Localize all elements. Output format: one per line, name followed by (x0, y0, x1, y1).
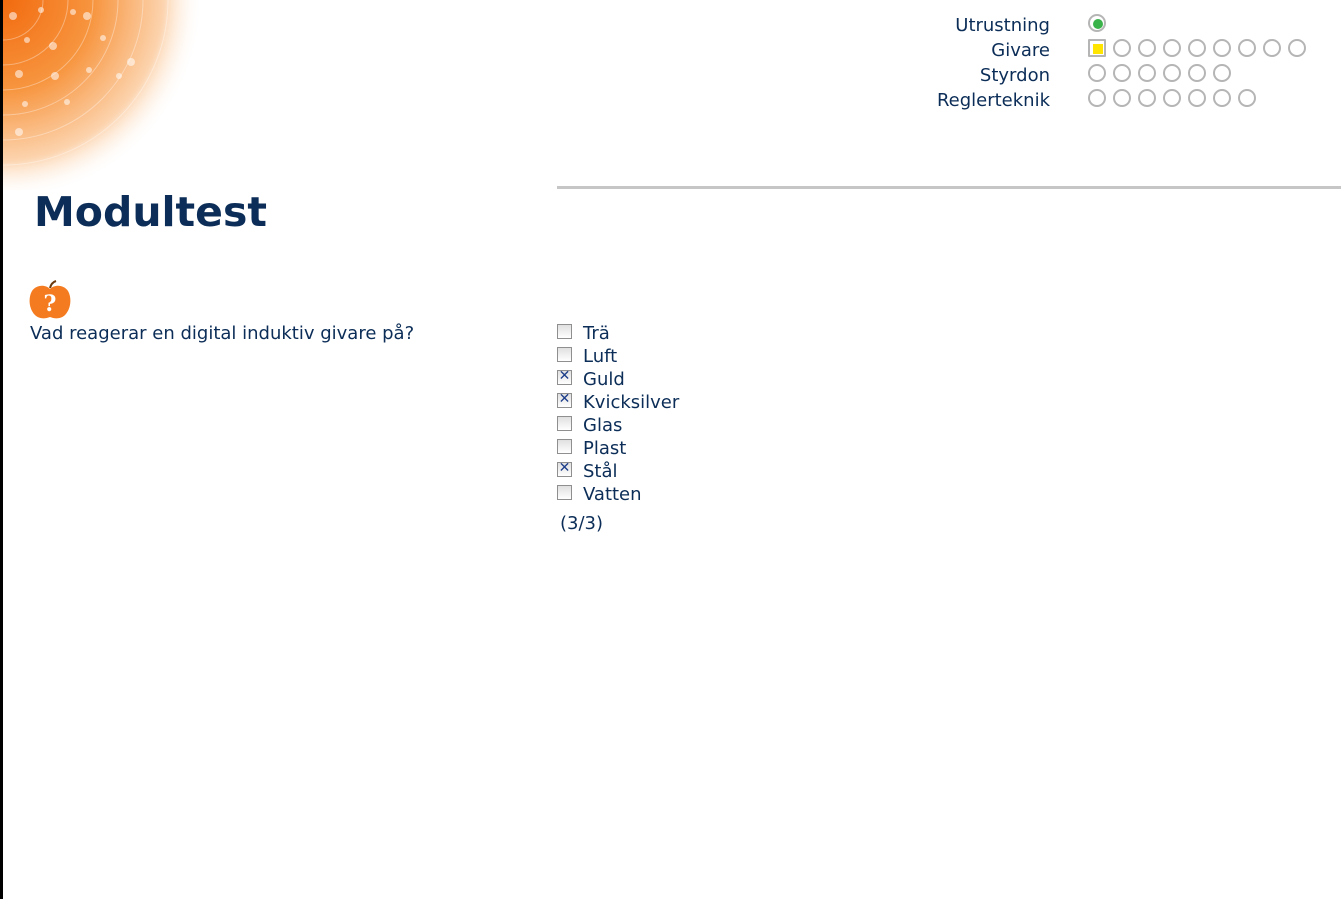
answer-option-label: Guld (583, 369, 625, 390)
answer-checkbox[interactable] (557, 391, 572, 408)
progress-step-todo-icon[interactable] (1138, 64, 1156, 82)
answer-checkbox[interactable] (557, 368, 572, 385)
answer-checkbox[interactable] (557, 485, 572, 500)
progress-row-label: Reglerteknik (936, 90, 1050, 111)
question-text: Vad reagerar en digital induktiv givare … (30, 323, 415, 344)
sunburst-logo (3, 0, 203, 190)
answer-option: Guld (557, 368, 757, 392)
answer-checkbox[interactable] (557, 439, 572, 454)
page-title: Modultest (34, 188, 267, 236)
progress-step-todo-icon[interactable] (1138, 39, 1156, 57)
progress-step-todo-icon[interactable] (1113, 89, 1131, 107)
progress-step-todo-icon[interactable] (1163, 39, 1181, 57)
answer-checkbox[interactable] (557, 460, 572, 477)
progress-step-todo-icon[interactable] (1113, 39, 1131, 57)
progress-step-todo-icon[interactable] (1188, 39, 1206, 57)
answer-option-label: Trä (583, 323, 610, 344)
answer-option-label: Plast (583, 438, 627, 459)
progress-row-reglerteknik: Reglerteknik (900, 89, 1320, 114)
question-apple-icon: ? (29, 280, 71, 319)
svg-text:?: ? (44, 291, 57, 317)
progress-row-label: Utrustning (955, 15, 1050, 36)
progress-step-todo-icon[interactable] (1088, 64, 1106, 82)
answer-option: Plast (557, 438, 757, 461)
progress-step-todo-icon[interactable] (1263, 39, 1281, 57)
progress-row-givare: Givare (900, 39, 1320, 64)
progress-step-current-icon[interactable] (1088, 39, 1106, 57)
score-text: (3/3) (560, 513, 604, 534)
answer-checkbox[interactable] (557, 416, 572, 431)
answer-checkbox[interactable] (557, 324, 572, 339)
progress-row-label: Givare (991, 40, 1050, 61)
answer-option: Kvicksilver (557, 391, 757, 415)
answer-option: Glas (557, 415, 757, 438)
progress-row-styrdon: Styrdon (900, 64, 1320, 89)
progress-step-todo-icon[interactable] (1213, 39, 1231, 57)
answer-option-label: Kvicksilver (583, 392, 680, 413)
progress-row-utrustning: Utrustning (900, 14, 1320, 39)
header-divider (557, 186, 1341, 189)
progress-step-todo-icon[interactable] (1213, 89, 1231, 107)
progress-step-todo-icon[interactable] (1113, 64, 1131, 82)
progress-step-done-icon[interactable] (1088, 14, 1106, 32)
answer-option: Stål (557, 460, 757, 484)
progress-step-todo-icon[interactable] (1088, 89, 1106, 107)
progress-step-todo-icon[interactable] (1213, 64, 1231, 82)
answer-checkbox[interactable] (557, 347, 572, 362)
answer-option-label: Stål (583, 461, 618, 482)
answer-option-label: Glas (583, 415, 623, 436)
progress-step-todo-icon[interactable] (1138, 89, 1156, 107)
answer-option: Vatten (557, 484, 757, 507)
answer-option: Trä (557, 323, 757, 346)
progress-row-label: Styrdon (979, 65, 1050, 86)
progress-step-todo-icon[interactable] (1238, 39, 1256, 57)
progress-step-todo-icon[interactable] (1163, 89, 1181, 107)
progress-step-todo-icon[interactable] (1238, 89, 1256, 107)
progress-step-todo-icon[interactable] (1188, 64, 1206, 82)
progress-step-todo-icon[interactable] (1163, 64, 1181, 82)
answer-option-label: Vatten (583, 484, 642, 505)
answer-option: Luft (557, 346, 757, 369)
progress-step-todo-icon[interactable] (1288, 39, 1306, 57)
answer-option-label: Luft (583, 346, 618, 367)
progress-step-todo-icon[interactable] (1188, 89, 1206, 107)
